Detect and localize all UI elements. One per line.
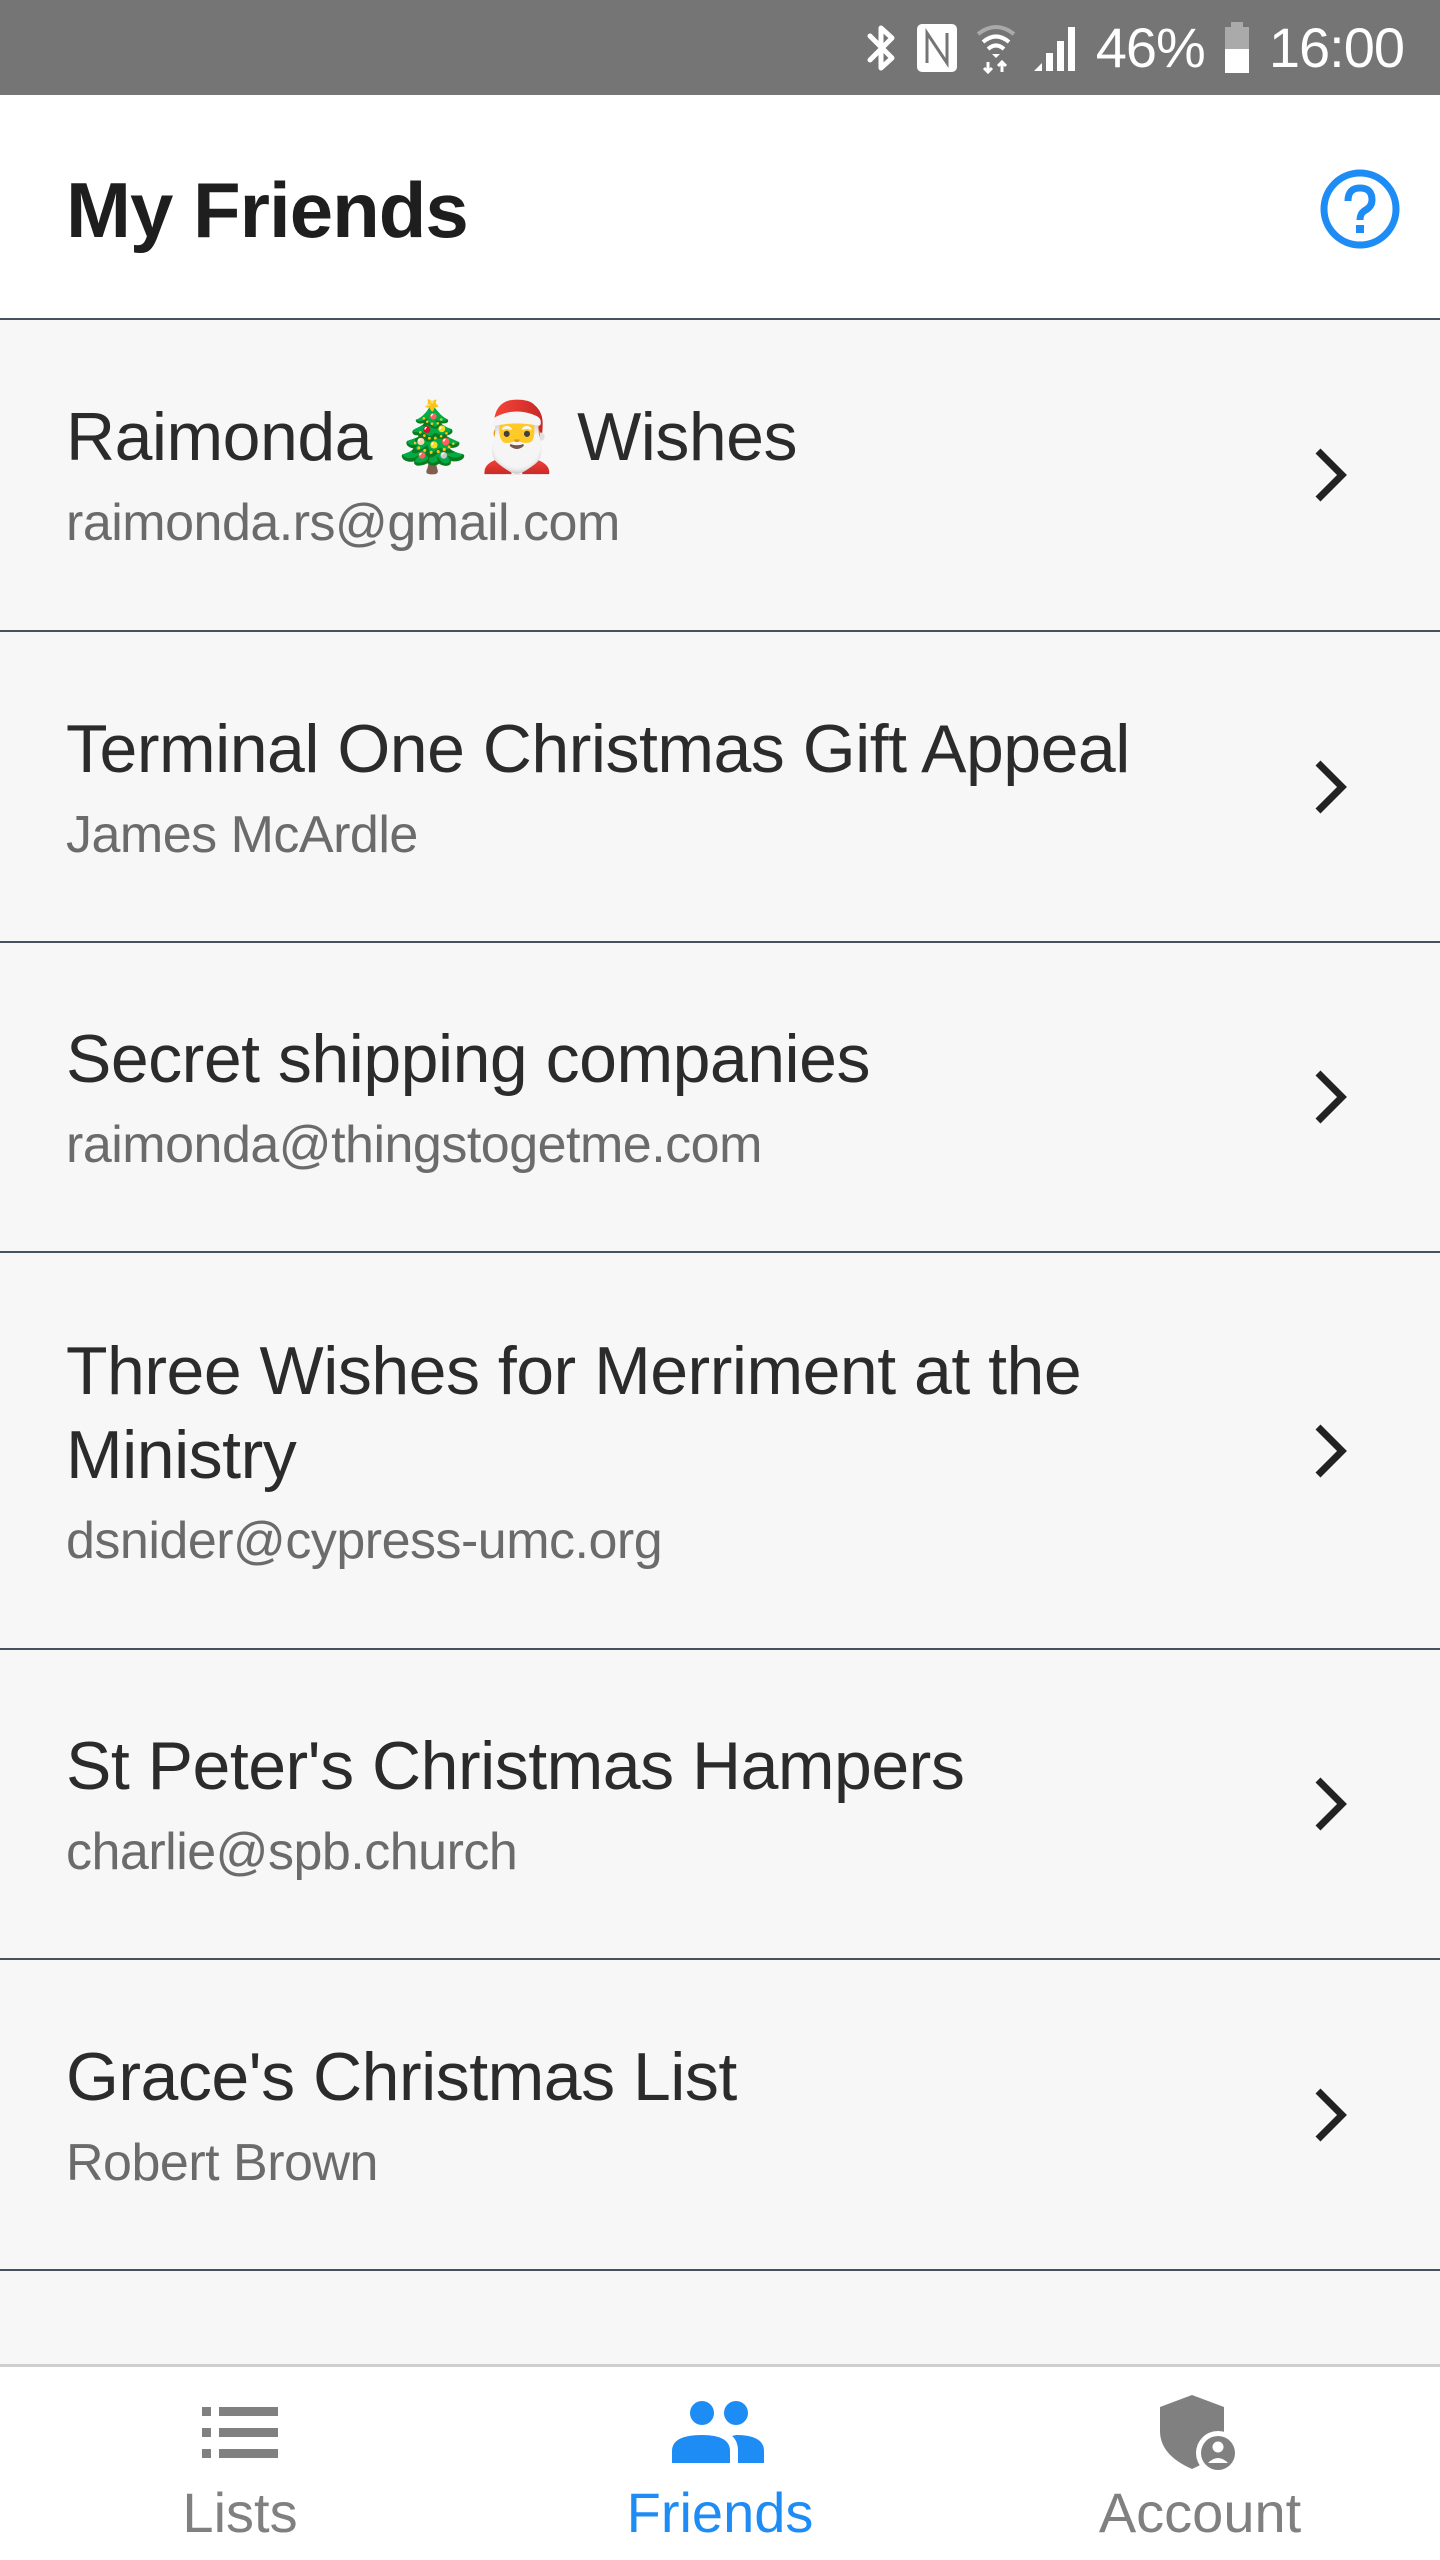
battery-percentage: 46% — [1095, 15, 1206, 79]
shield-account-icon — [1160, 2395, 1240, 2473]
list-item-title: Secret shipping companies — [66, 1021, 870, 1097]
list-item-subtitle: charlie@spb.church — [66, 1823, 518, 1881]
list-item-title: St Peter's Christmas Hampers — [66, 1728, 965, 1804]
chevron-right-icon — [1315, 2088, 1347, 2141]
nfc-icon — [916, 23, 958, 73]
list-item-title: Three Wishes for Merriment at the Minist… — [66, 1332, 1082, 1493]
cell-signal-icon — [1033, 23, 1078, 73]
list-item-title: Grace's Christmas List — [66, 2038, 737, 2115]
bluetooth-icon — [866, 22, 898, 74]
chevron-right-icon — [1315, 1424, 1347, 1477]
chevron-right-icon — [1315, 1070, 1347, 1124]
list-item-title: Raimonda 🎄🎅 Wishes — [66, 399, 798, 475]
friend-list-item[interactable]: Terminal One Christmas Gift Appeal James… — [0, 632, 1440, 943]
status-bar: 46% 16:00 — [0, 0, 1440, 95]
friend-list-item[interactable]: St Peter's Christmas Hampers charlie@spb… — [0, 1650, 1440, 1960]
page-title: My Friends — [66, 166, 469, 254]
bottom-navigation: Lists Friends Account — [0, 2364, 1440, 2560]
friends-list: Raimonda 🎄🎅 Wishes raimonda.rs@gmail.com… — [0, 320, 1440, 2471]
nav-tab-lists[interactable]: Lists — [0, 2367, 480, 2560]
chevron-right-icon — [1315, 1777, 1347, 1831]
friend-list-item[interactable]: Grace's Christmas List Robert Brown — [0, 1960, 1440, 2271]
list-icon — [202, 2407, 278, 2458]
help-button[interactable] — [1318, 167, 1402, 251]
people-icon — [672, 2401, 764, 2463]
wifi-icon — [976, 22, 1016, 74]
clock: 16:00 — [1268, 15, 1405, 79]
list-item-subtitle: Robert Brown — [66, 2133, 378, 2192]
friend-list-item[interactable]: Raimonda 🎄🎅 Wishes raimonda.rs@gmail.com — [0, 320, 1440, 632]
chevron-right-icon — [1315, 760, 1347, 813]
nav-tab-account[interactable]: Account — [960, 2367, 1440, 2560]
app-header: My Friends — [0, 95, 1440, 320]
nav-label: Lists — [182, 2481, 298, 2544]
chevron-right-icon — [1315, 448, 1347, 502]
nav-label: Friends — [626, 2481, 814, 2544]
nav-label: Account — [1098, 2481, 1302, 2544]
list-item-subtitle: raimonda@thingstogetme.com — [66, 1116, 762, 1174]
list-item-subtitle: James McArdle — [66, 805, 418, 864]
list-item-subtitle: dsnider@cypress-umc.org — [66, 1511, 663, 1570]
nav-tab-friends[interactable]: Friends — [480, 2367, 960, 2560]
friend-list-item[interactable]: Three Wishes for Merriment at the Minist… — [0, 1253, 1440, 1650]
friend-list-item[interactable]: Secret shipping companies raimonda@thing… — [0, 943, 1440, 1253]
battery-icon — [1223, 21, 1251, 74]
help-circle-icon — [1320, 169, 1400, 249]
list-item-subtitle: raimonda.rs@gmail.com — [66, 494, 620, 552]
list-item-title: Terminal One Christmas Gift Appeal — [66, 710, 1130, 787]
